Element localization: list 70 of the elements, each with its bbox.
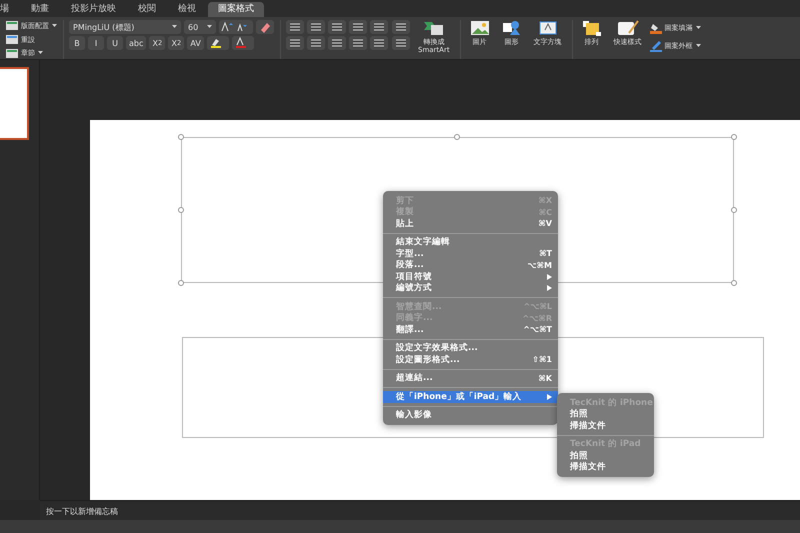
resize-handle[interactable] xyxy=(178,280,184,286)
resize-handle[interactable] xyxy=(178,207,184,213)
ribbon-tab[interactable]: 檢視 xyxy=(168,2,206,17)
font-size-field[interactable]: 60 xyxy=(184,20,216,34)
decrease-indent-icon[interactable] xyxy=(328,20,346,34)
slide-layout-icon xyxy=(6,21,18,30)
caret-icon xyxy=(38,51,43,56)
text-align-icon[interactable] xyxy=(392,36,410,50)
slide-layout-icon xyxy=(6,48,18,58)
menu-item[interactable]: 掃描文件 xyxy=(557,462,654,473)
ribbon-tab[interactable]: 投影片放映 xyxy=(61,2,126,17)
arrange-icon xyxy=(582,20,602,36)
shapes-icon xyxy=(502,20,522,36)
menu-item[interactable]: 貼上 ⌘V xyxy=(383,218,558,230)
font-color-icon[interactable] xyxy=(232,36,254,50)
pen-icon xyxy=(650,40,662,52)
menu-item[interactable]: 拍照 xyxy=(557,450,654,462)
ribbon-tab[interactable]: 場 xyxy=(0,2,19,17)
align-left-icon[interactable] xyxy=(286,36,304,50)
line-spacing-icon[interactable] xyxy=(392,20,410,34)
menu-item[interactable]: 超連結... ⌘K xyxy=(383,372,558,384)
justify-icon[interactable] xyxy=(349,36,367,50)
caret-icon xyxy=(207,25,212,29)
resize-handle[interactable] xyxy=(731,280,737,286)
format-button[interactable]: B xyxy=(69,36,85,50)
font-name-field[interactable]: PMingLiU (標題) xyxy=(69,20,181,34)
menu-item[interactable]: 拍照 xyxy=(557,408,654,420)
increase-indent-icon[interactable] xyxy=(349,20,367,34)
caret-icon xyxy=(172,25,177,29)
format-button[interactable]: I xyxy=(88,36,104,50)
menu-item[interactable]: 段落... ⌥⌘M xyxy=(383,260,558,271)
resize-handle[interactable] xyxy=(178,134,184,140)
align-center-icon[interactable] xyxy=(307,36,325,50)
align-right-icon[interactable] xyxy=(328,36,346,50)
caret-icon xyxy=(52,24,57,28)
eraser-icon[interactable] xyxy=(256,20,274,34)
textbox-icon xyxy=(538,20,558,36)
menu-item[interactable]: 設定圖形格式... ⇧⌘1 xyxy=(383,354,558,366)
resize-handle[interactable] xyxy=(454,134,460,140)
smartart-icon xyxy=(422,20,445,36)
ribbon-tab[interactable]: 校閱 xyxy=(128,2,166,17)
format-button[interactable]: abc xyxy=(126,36,146,50)
menu-item[interactable]: 設定文字效果格式... xyxy=(383,342,558,354)
grow-font-icon[interactable] xyxy=(219,20,253,34)
resize-handle[interactable] xyxy=(731,207,737,213)
menu-item[interactable]: 字型... ⌘T xyxy=(383,248,558,260)
bullets-icon[interactable] xyxy=(286,20,304,34)
highlight-icon[interactable] xyxy=(206,36,229,50)
picture-icon xyxy=(470,20,490,36)
menu-item[interactable]: 項目符號 xyxy=(383,271,558,282)
menu-item[interactable]: 編號方式 xyxy=(383,282,558,294)
menu-item[interactable]: 翻譯... ^⌥⌘T xyxy=(383,324,558,336)
menu-item[interactable]: 掃描文件 xyxy=(557,420,654,432)
ribbon-tab[interactable]: 圖案格式 xyxy=(208,2,264,17)
paint-bucket-icon xyxy=(650,22,662,34)
numbering-icon[interactable] xyxy=(307,20,325,34)
slide-thumbnail[interactable] xyxy=(0,67,29,140)
caret-icon xyxy=(696,44,701,48)
menu-item[interactable]: 輸入影像 xyxy=(383,410,558,421)
format-button[interactable]: U xyxy=(107,36,123,50)
format-button[interactable]: AV xyxy=(187,36,204,50)
brush-icon xyxy=(616,20,639,36)
distribute-icon[interactable] xyxy=(370,36,388,50)
caret-icon xyxy=(696,26,701,30)
resize-handle[interactable] xyxy=(731,134,737,140)
ribbon-tab[interactable]: 動畫 xyxy=(21,2,59,17)
menu-item[interactable]: 從「iPhone」或「iPad」輸入 xyxy=(383,391,558,402)
columns-icon[interactable] xyxy=(370,20,388,34)
menu-item[interactable]: 結束文字編輯 xyxy=(383,236,558,248)
slide-layout-icon xyxy=(6,35,18,44)
